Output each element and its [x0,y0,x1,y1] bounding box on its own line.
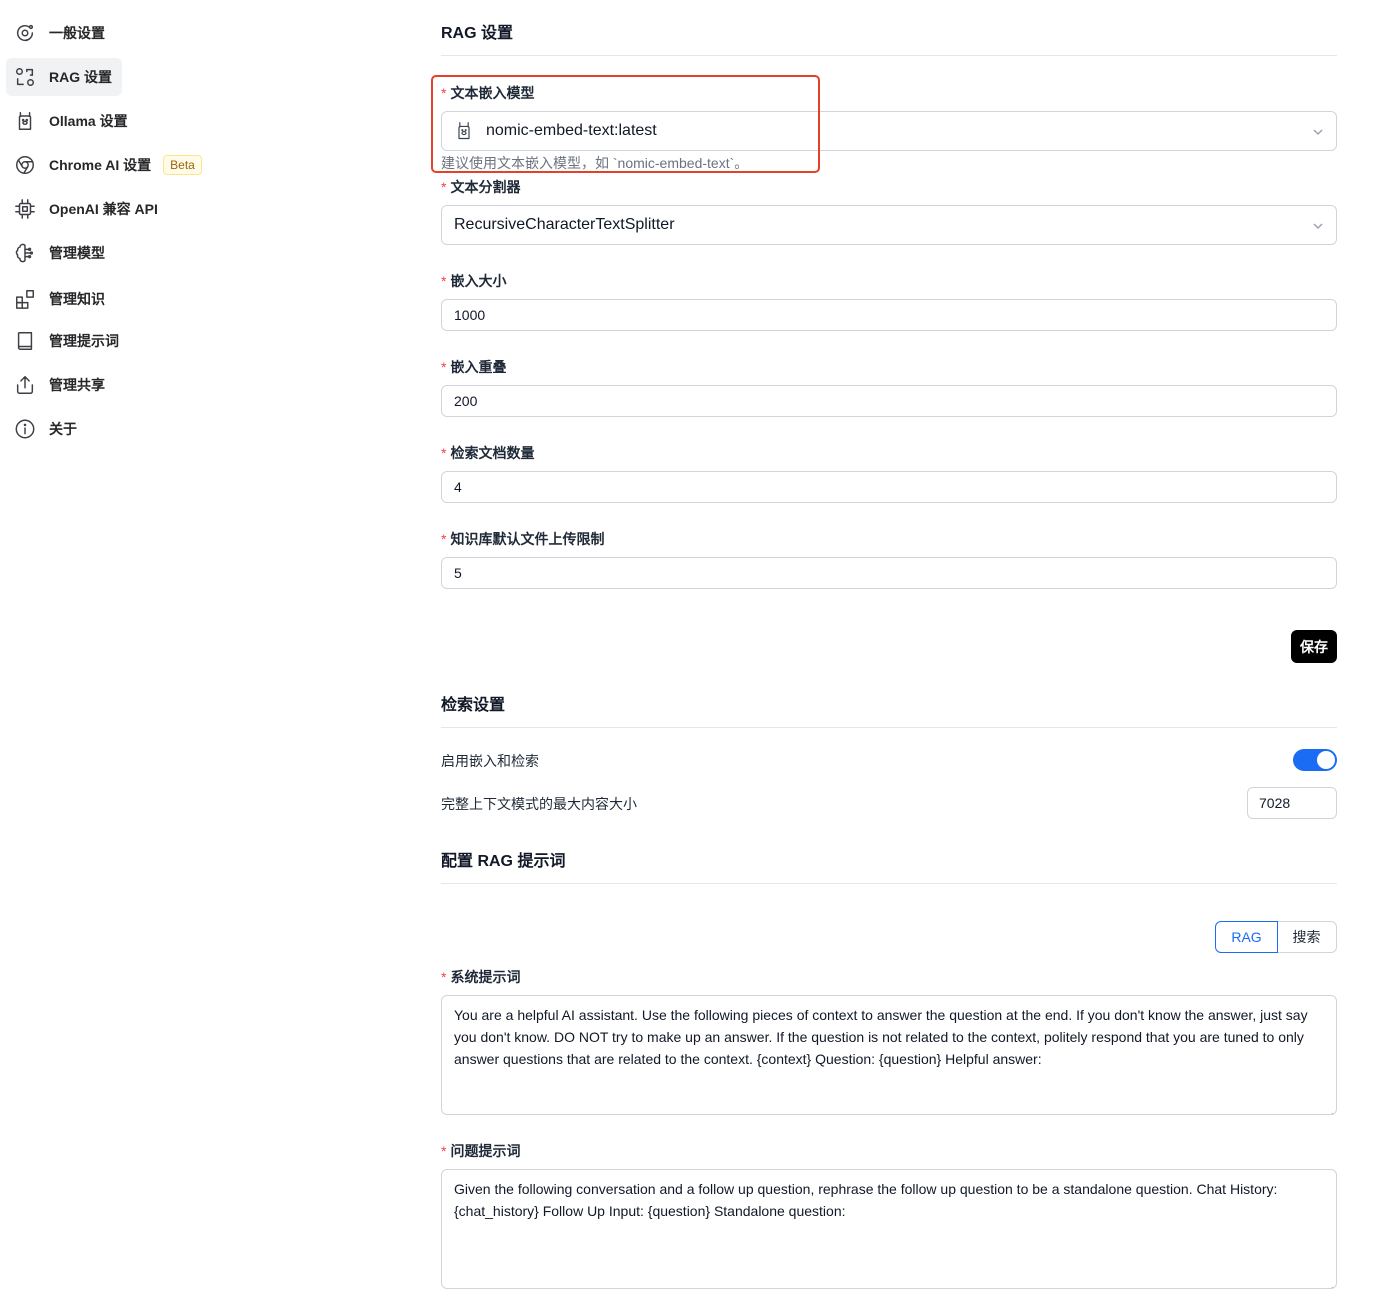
section-divider [441,55,1337,56]
required-mark: * [441,531,447,547]
upload-limit-input[interactable]: 5 [441,557,1337,589]
sidebar-item-openai-api[interactable]: OpenAI 兼容 API [6,190,168,228]
chrome-icon [14,154,36,176]
splitter-label: * 文本分割器 [441,179,521,195]
required-mark: * [441,85,447,101]
sidebar-item-chrome-ai[interactable]: Chrome AI 设置 Beta [6,146,212,184]
chunk-overlap-label: * 嵌入重叠 [441,359,507,375]
share-icon [14,374,36,396]
required-mark: * [441,273,447,289]
question-prompt-text: Given the following conversation and a f… [454,1181,1278,1219]
sidebar-item-label: Ollama 设置 [49,113,128,129]
tab-search[interactable]: 搜索 [1277,921,1337,953]
retrieval-settings-title: 检索设置 [441,697,506,714]
chevron-down-icon [1312,125,1324,137]
section-divider [441,883,1337,884]
chunk-size-input[interactable]: 1000 [441,299,1337,331]
max-context-input[interactable]: 7028 [1247,787,1337,819]
chevron-down-icon [1312,219,1324,231]
sidebar-item-label: 一般设置 [49,25,105,41]
sidebar-item-label: 关于 [49,421,77,437]
embedding-model-label: * 文本嵌入模型 [441,85,535,101]
sidebar-item-general[interactable]: 一般设置 [6,14,115,52]
sidebar-item-manage-sharing[interactable]: 管理共享 [6,366,115,404]
question-prompt-label: * 问题提示词 [441,1143,521,1159]
required-mark: * [441,179,447,195]
system-prompt-text: You are a helpful AI assistant. Use the … [454,1007,1308,1067]
sidebar-item-label: 管理提示词 [49,333,119,349]
chunk-overlap-input[interactable]: 200 [441,385,1337,417]
orbit-settings-icon [14,22,36,44]
num-docs-label: * 检索文档数量 [441,445,535,461]
embedding-model-help: 建议使用文本嵌入模型，如 `nomic-embed-text`。 [441,155,749,171]
ollama-llama-icon [454,121,474,141]
ollama-llama-icon [14,110,36,132]
splitter-value: RecursiveCharacterTextSplitter [454,216,675,233]
question-prompt-textarea[interactable]: Given the following conversation and a f… [441,1169,1337,1289]
toggle-knob [1317,751,1335,769]
resize-handle-icon[interactable] [1326,1104,1334,1114]
sidebar-item-about[interactable]: 关于 [6,410,87,448]
sidebar-item-label: RAG 设置 [49,69,112,85]
section-divider [441,727,1337,728]
required-mark: * [441,359,447,375]
tab-rag[interactable]: RAG [1215,921,1278,953]
required-mark: * [441,445,447,461]
splitter-select[interactable]: RecursiveCharacterTextSplitter [441,205,1337,245]
sidebar-item-rag[interactable]: RAG 设置 [6,58,122,96]
chunk-size-label: * 嵌入大小 [441,273,507,289]
sidebar-item-label: OpenAI 兼容 API [49,201,158,217]
upload-limit-label: * 知识库默认文件上传限制 [441,531,605,547]
sidebar-item-manage-prompts[interactable]: 管理提示词 [6,322,129,360]
rag-icon [14,66,36,88]
blocks-icon [14,288,36,310]
resize-handle-icon[interactable] [1326,1278,1334,1288]
beta-badge: Beta [163,155,202,175]
rag-prompt-title: 配置 RAG 提示词 [441,853,566,870]
enable-retrieval-label: 启用嵌入和检索 [441,753,539,769]
sidebar-item-ollama[interactable]: Ollama 设置 [6,102,138,140]
sidebar-item-manage-models[interactable]: 管理模型 [6,234,115,272]
required-mark: * [441,969,447,985]
info-icon [14,418,36,440]
sidebar-item-label: 管理共享 [49,377,105,393]
embedding-model-select[interactable]: nomic-embed-text:latest [441,111,1337,151]
sidebar-item-label: 管理知识 [49,291,105,307]
save-button[interactable]: 保存 [1291,630,1337,663]
brain-icon [14,242,36,264]
sidebar-item-label: Chrome AI 设置 [49,157,152,173]
rag-settings-title: RAG 设置 [441,25,514,42]
system-prompt-label: * 系统提示词 [441,969,521,985]
cpu-chip-icon [14,198,36,220]
sidebar-item-label: 管理模型 [49,245,105,261]
sidebar-item-manage-knowledge[interactable]: 管理知识 [6,280,115,318]
num-docs-input[interactable]: 4 [441,471,1337,503]
book-icon [14,330,36,352]
enable-retrieval-toggle[interactable] [1293,749,1337,771]
max-context-label: 完整上下文模式的最大内容大小 [441,796,637,812]
embedding-model-value: nomic-embed-text:latest [486,122,657,139]
system-prompt-textarea[interactable]: You are a helpful AI assistant. Use the … [441,995,1337,1115]
required-mark: * [441,1143,447,1159]
